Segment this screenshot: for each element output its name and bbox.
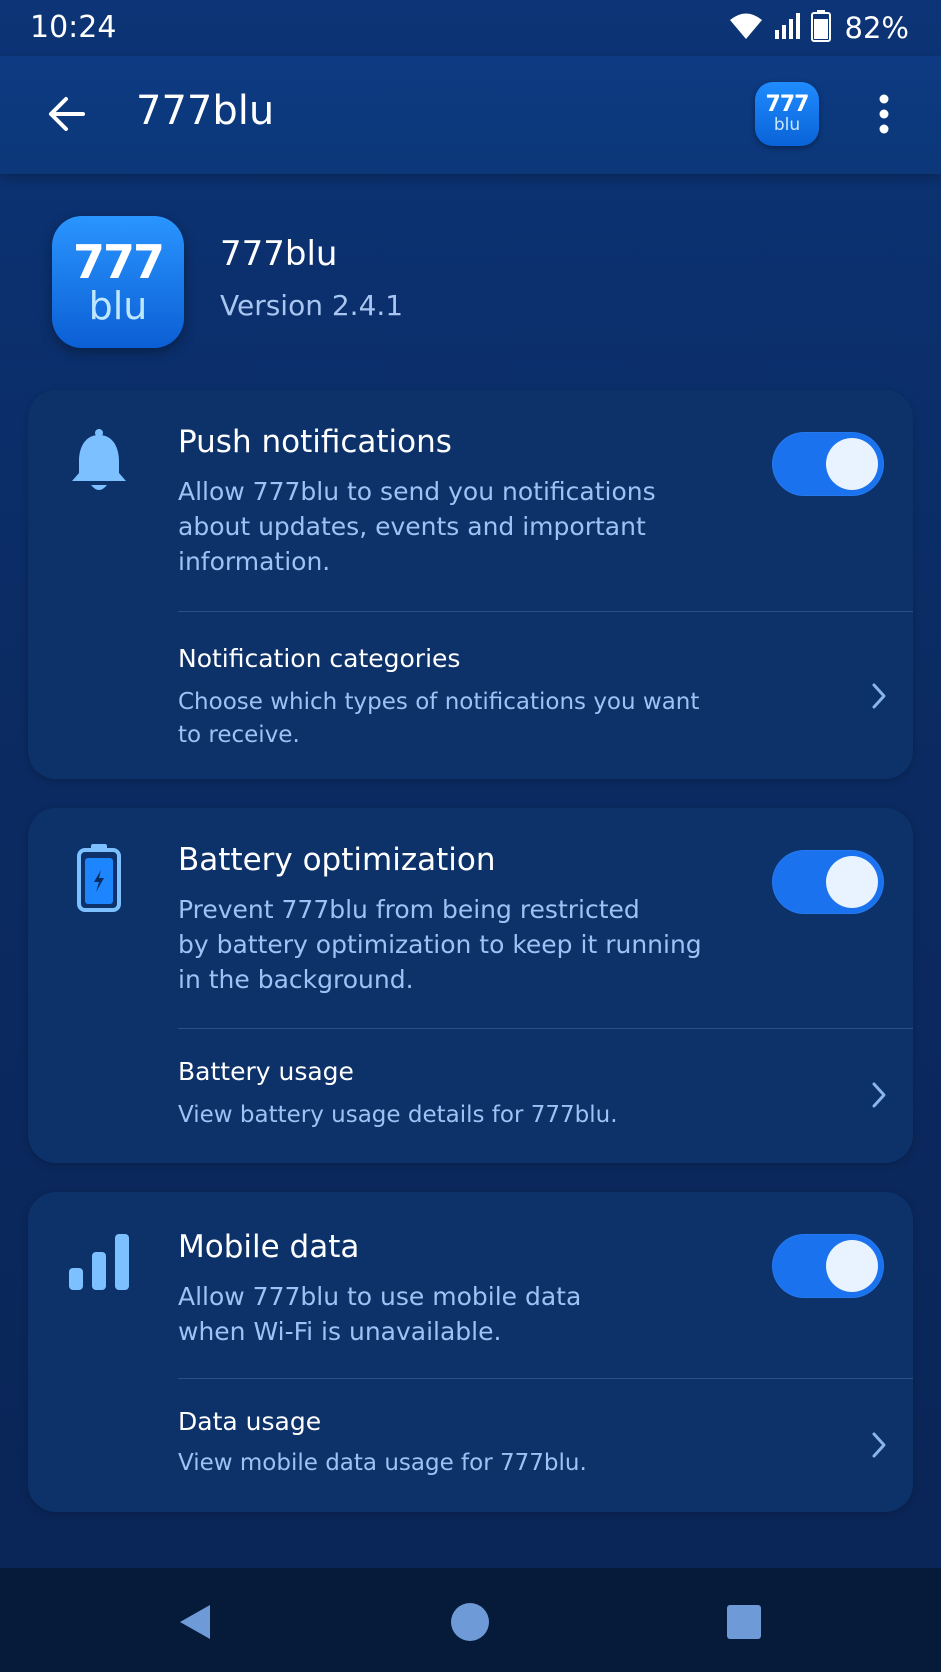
mobile-data-toggle[interactable]	[772, 1234, 884, 1298]
page-title: 777blu	[136, 88, 275, 134]
wifi-icon	[729, 12, 763, 44]
battery-icon	[66, 842, 132, 914]
toggle-knob	[826, 856, 878, 908]
app-icon: 777 blu	[52, 216, 184, 348]
settings-screen: 10:24 82% 777blu 777 blu 777 blu 777blu …	[0, 0, 941, 1672]
data-usage-row[interactable]: Data usage View mobile data usage for 77…	[28, 1379, 913, 1512]
data-usage-description: View mobile data usage for 777blu.	[178, 1450, 587, 1476]
bell-icon	[66, 426, 132, 498]
system-navigation-bar	[0, 1568, 941, 1672]
battery-optimization-card: Battery optimization Prevent 777blu from…	[28, 808, 913, 1163]
push-notifications-description-line: about updates, events and important	[178, 512, 646, 541]
logo-text: blu	[773, 115, 801, 135]
more-vertical-icon	[879, 94, 889, 134]
battery-optimization-description-line: in the background.	[178, 965, 414, 994]
status-icons: 82%	[729, 10, 909, 46]
data-usage-title: Data usage	[178, 1407, 322, 1436]
battery-usage-row[interactable]: Battery usage View battery usage details…	[28, 1029, 913, 1163]
toggle-knob	[826, 1240, 878, 1292]
push-notifications-description-line: information.	[178, 547, 331, 576]
battery-optimization-description-line: Prevent 777blu from being restricted	[178, 895, 640, 924]
mobile-data-title: Mobile data	[178, 1229, 360, 1265]
app-header: 777 blu 777blu Version 2.4.1	[52, 216, 912, 351]
back-triangle-icon	[180, 1605, 210, 1639]
app-name: 777blu	[220, 234, 338, 274]
nav-back-button[interactable]	[172, 1598, 220, 1646]
logo-text: blu	[88, 284, 148, 328]
notification-categories-description-line: to receive.	[178, 722, 300, 748]
battery-optimization-toggle[interactable]	[772, 850, 884, 914]
home-circle-icon	[451, 1603, 489, 1641]
toggle-knob	[826, 438, 878, 490]
mobile-data-description-line: Allow 777blu to use mobile data	[178, 1282, 582, 1311]
nav-recents-button[interactable]	[720, 1598, 768, 1646]
arrow-left-icon	[49, 97, 85, 131]
logo-number: 777	[72, 235, 165, 289]
back-button[interactable]	[38, 86, 94, 142]
battery-optimization-description-line: by battery optimization to keep it runni…	[178, 930, 702, 959]
push-notifications-title: Push notifications	[178, 424, 452, 460]
mobile-data-description-line: when Wi-Fi is unavailable.	[178, 1317, 502, 1346]
app-version: Version 2.4.1	[220, 289, 404, 322]
push-notifications-toggle[interactable]	[772, 432, 884, 496]
status-bar: 10:24 82%	[0, 0, 941, 56]
chevron-right-icon	[864, 1425, 894, 1465]
notification-categories-row[interactable]: Notification categories Choose which typ…	[28, 612, 913, 779]
status-time: 10:24	[30, 10, 117, 45]
push-notifications-description-line: Allow 777blu to send you notifications	[178, 477, 656, 506]
battery-optimization-title: Battery optimization	[178, 842, 496, 878]
app-bar: 777blu 777 blu	[0, 56, 941, 174]
signal-bars-icon	[66, 1226, 132, 1298]
battery-usage-title: Battery usage	[178, 1057, 354, 1086]
logo-number: 777	[765, 92, 810, 117]
chevron-right-icon	[864, 676, 894, 716]
cellular-signal-icon	[773, 12, 801, 44]
recents-square-icon	[727, 1605, 761, 1639]
app-logo-small[interactable]: 777 blu	[755, 82, 819, 146]
nav-home-button[interactable]	[446, 1598, 494, 1646]
notification-categories-description-line: Choose which types of notifications you …	[178, 689, 700, 715]
notification-categories-title: Notification categories	[178, 644, 461, 673]
push-notifications-card: Push notifications Allow 777blu to send …	[28, 390, 913, 779]
battery-percent: 82%	[844, 11, 909, 45]
overflow-menu-button[interactable]	[862, 86, 906, 142]
chevron-right-icon	[864, 1075, 894, 1115]
battery-icon	[810, 10, 831, 46]
mobile-data-card: Mobile data Allow 777blu to use mobile d…	[28, 1192, 913, 1512]
battery-usage-description: View battery usage details for 777blu.	[178, 1102, 618, 1128]
